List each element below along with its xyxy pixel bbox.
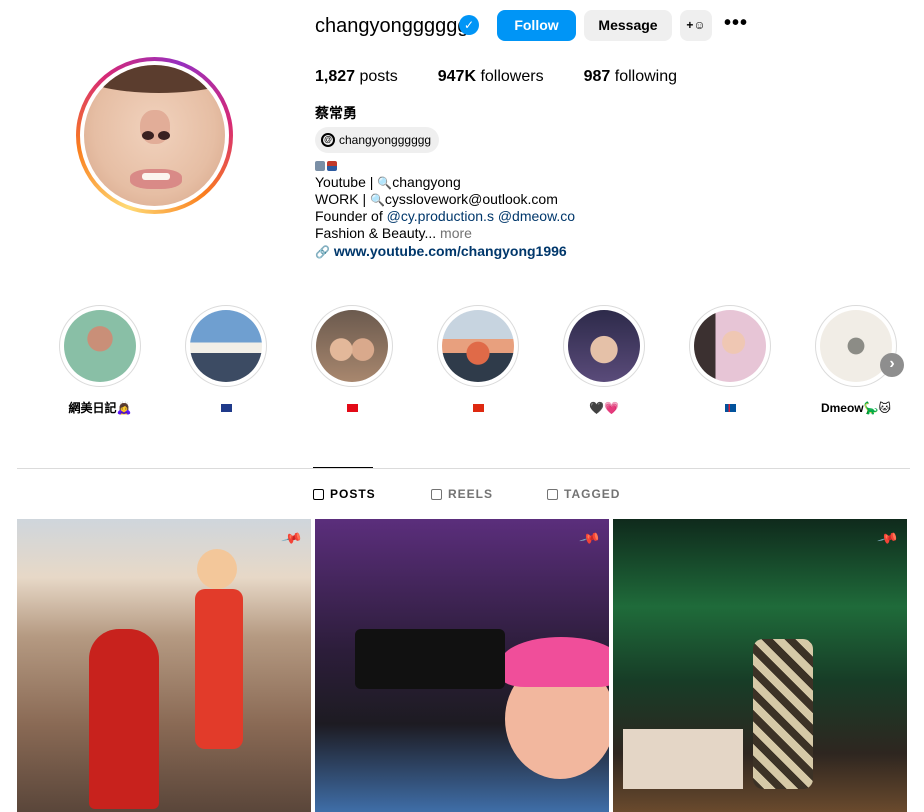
bio-mention-dmeow[interactable]: @dmeow.co: [498, 208, 575, 224]
avatar-border: [80, 61, 229, 210]
person-icon: ☺: [693, 18, 706, 32]
highlight-label: 🖤💗: [589, 401, 619, 415]
highlight-item[interactable]: 🖤💗: [554, 305, 654, 415]
bio-founder-prefix: Founder of: [315, 208, 387, 224]
highlight-ring: [185, 305, 267, 387]
highlight-label: Dmeow🦕🐱: [820, 401, 892, 415]
post-figure: [195, 589, 243, 749]
following-label: following: [614, 68, 678, 85]
flag-icon: [220, 404, 232, 412]
verified-badge-icon: ✓: [459, 15, 479, 35]
bio-youtube-handle: changyong: [392, 174, 461, 190]
highlight-item[interactable]: [176, 305, 276, 415]
bio-email: cysslovework@outlook.com: [384, 191, 558, 207]
post-figure: [623, 729, 743, 789]
highlight-item[interactable]: [302, 305, 402, 415]
full-name: 蔡常勇: [315, 105, 357, 121]
tab-reels-label: REELS: [448, 487, 494, 501]
pin-icon: 📌: [578, 526, 602, 550]
followers-label: followers: [480, 68, 544, 85]
post-thumbnail[interactable]: 📌: [613, 519, 907, 812]
reels-icon: [431, 488, 442, 500]
story-highlights: 網美日記🙇‍♀️ 🖤💗 Dmeow🦕🐱: [0, 305, 924, 420]
grid-icon: [313, 488, 324, 500]
post-figure: [501, 637, 609, 687]
post-figure: [355, 629, 505, 689]
tab-posts-label: POSTS: [330, 487, 376, 501]
tagged-icon: [547, 488, 558, 500]
highlight-ring: [59, 305, 141, 387]
profile-stats: 1,827 posts 947K followers 987 following: [315, 67, 717, 87]
highlight-label: [176, 401, 276, 415]
flag-icon: [472, 404, 484, 412]
highlight-label: [428, 401, 528, 415]
bio-emoji-line: [315, 157, 575, 174]
post-figure: [197, 549, 237, 589]
following-stat[interactable]: 987 following: [584, 67, 677, 87]
threads-badge[interactable]: @ changyongggggg: [315, 127, 440, 153]
username: changyongggggg: [315, 15, 469, 37]
highlight-label: [302, 401, 402, 415]
highlight-ring: [437, 305, 519, 387]
post-thumbnail[interactable]: 📌: [17, 519, 311, 812]
tab-reels[interactable]: REELS: [431, 486, 493, 502]
tab-tagged[interactable]: TAGGED: [547, 486, 620, 502]
highlight-ring: [563, 305, 645, 387]
followers-stat[interactable]: 947K followers: [438, 67, 544, 87]
bio-fashion-text: Fashion & Beauty...: [315, 225, 437, 241]
more-options-icon[interactable]: •••: [722, 10, 750, 41]
chevron-right-icon[interactable]: ›: [880, 353, 904, 377]
highlight-item[interactable]: [680, 305, 780, 415]
bio-website-link[interactable]: www.youtube.com/changyong1996: [334, 243, 567, 259]
highlight-ring: [311, 305, 393, 387]
threads-handle: changyongggggg: [339, 133, 432, 147]
flag-icon: [724, 404, 736, 412]
post-figure: [753, 639, 813, 789]
highlight-label: [680, 401, 780, 415]
pin-icon: 📌: [876, 526, 900, 550]
following-count: 987: [583, 68, 611, 85]
magnifier-icon: 🔍: [377, 176, 393, 190]
highlight-ring: [689, 305, 771, 387]
follow-button[interactable]: Follow: [497, 10, 576, 41]
bio-more-link[interactable]: more: [440, 225, 472, 241]
tabs-divider: [17, 468, 910, 469]
followers-count: 947K: [437, 68, 476, 85]
bio-youtube-prefix: Youtube |: [315, 174, 378, 190]
flag-icon: [346, 404, 358, 412]
highlight-label: 網美日記🙇‍♀️: [68, 401, 132, 415]
profile-avatar[interactable]: [76, 57, 233, 214]
suggested-users-button[interactable]: +☺: [680, 10, 712, 41]
threads-icon: @: [321, 133, 335, 147]
bio-mention-cy-production[interactable]: @cy.production.s: [387, 208, 494, 224]
bio: Youtube | 🔍changyong WORK | 🔍cysslovewor…: [315, 157, 575, 260]
bio-work-prefix: WORK |: [315, 191, 370, 207]
emoji-icon: [315, 160, 325, 171]
posts-stat: 1,827 posts: [315, 67, 398, 87]
flag-icon: [327, 160, 337, 171]
posts-label: posts: [359, 68, 398, 85]
active-tab-indicator: [313, 467, 373, 468]
post-figure: [89, 629, 159, 809]
profile-tabs: POSTS REELS TAGGED: [0, 486, 924, 504]
highlight-item[interactable]: [428, 305, 528, 415]
pin-icon: 📌: [280, 526, 304, 550]
tab-posts[interactable]: POSTS: [313, 486, 376, 502]
tab-tagged-label: TAGGED: [564, 487, 621, 501]
post-thumbnail[interactable]: 📌: [315, 519, 609, 812]
highlight-item[interactable]: 網美日記🙇‍♀️: [50, 305, 150, 415]
link-icon: 🔗: [315, 245, 330, 259]
message-button[interactable]: Message: [584, 10, 672, 41]
posts-count: 1,827: [315, 68, 356, 85]
magnifier-icon: 🔍: [369, 193, 385, 207]
avatar-photo: [84, 65, 225, 206]
